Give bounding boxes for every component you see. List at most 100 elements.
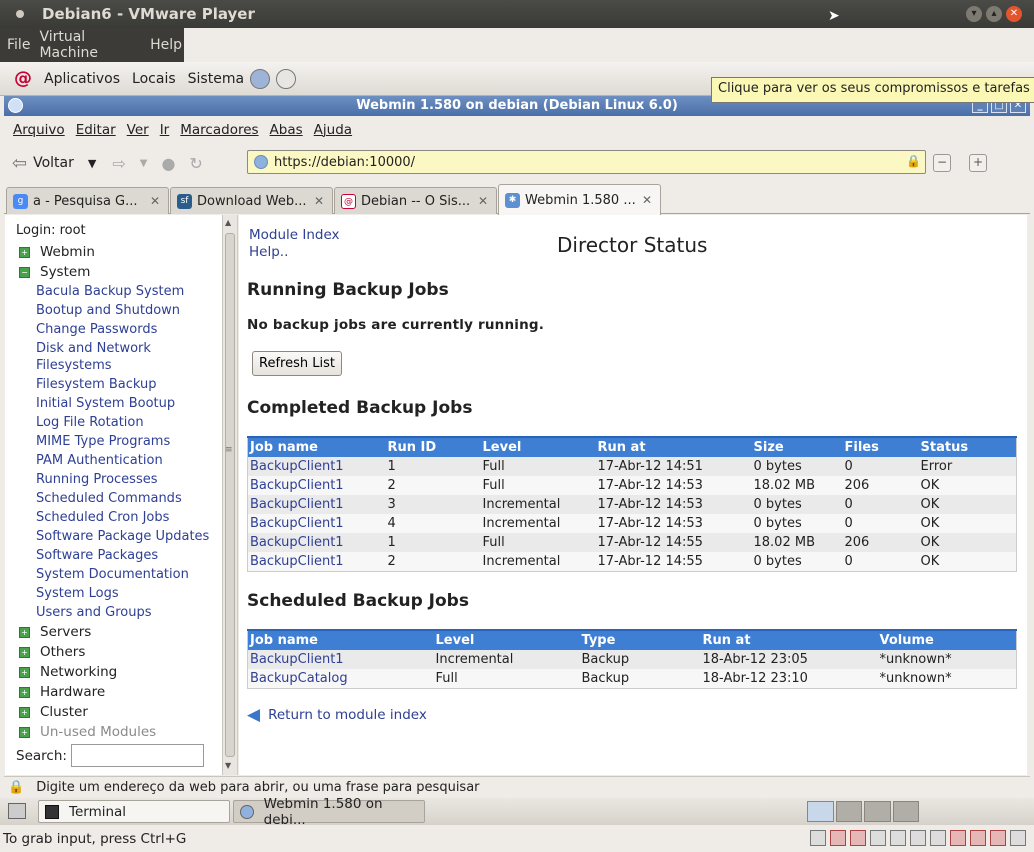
module-system-logs[interactable]: System Logs	[36, 586, 119, 601]
module-software-packages[interactable]: Software Packages	[36, 548, 158, 563]
category-others[interactable]: + Others	[19, 644, 85, 660]
menu-marcadores[interactable]: Marcadores	[180, 122, 258, 138]
job-name-link[interactable]: BackupClient1	[250, 478, 344, 493]
module-package-updates[interactable]: Software Package Updates	[36, 529, 209, 544]
module-scheduled-commands[interactable]: Scheduled Commands	[36, 491, 182, 506]
module-scheduled-cron[interactable]: Scheduled Cron Jobs	[36, 510, 169, 525]
module-running-processes[interactable]: Running Processes	[36, 472, 158, 487]
menu-ajuda[interactable]: Ajuda	[314, 122, 352, 138]
menu-ver[interactable]: Ver	[127, 122, 149, 138]
module-index-link[interactable]: Module Index	[249, 227, 340, 243]
module-system-docs[interactable]: System Documentation	[36, 567, 189, 582]
job-name-link[interactable]: BackupClient1	[250, 652, 344, 667]
job-name-link[interactable]: BackupClient1	[250, 516, 344, 531]
minimize-icon[interactable]: ▾	[966, 6, 982, 22]
module-bacula[interactable]: Bacula Backup System	[36, 284, 184, 299]
menu-ir[interactable]: Ir	[160, 122, 170, 138]
vm-menu-file[interactable]: File	[7, 37, 30, 53]
module-disk-network-filesystems[interactable]: Filesystems	[36, 358, 112, 373]
window-menu-icon[interactable]	[16, 10, 24, 18]
tab-webmin[interactable]: ✱ Webmin 1.580 ... ✕	[498, 184, 661, 215]
category-cluster[interactable]: + Cluster	[19, 704, 88, 720]
tab-close-icon[interactable]: ✕	[478, 194, 488, 208]
job-name-link[interactable]: BackupClient1	[250, 535, 344, 550]
scrollbar-thumb[interactable]	[225, 233, 235, 757]
panel-menu-locais[interactable]: Locais	[132, 71, 176, 87]
url-bar[interactable]: https://debian:10000/ 🔒	[247, 150, 926, 174]
tab-close-icon[interactable]: ✕	[314, 194, 324, 208]
category-unused-modules[interactable]: + Un-used Modules	[19, 724, 156, 740]
category-servers[interactable]: + Servers	[19, 624, 91, 640]
maximize-icon[interactable]: ▴	[986, 6, 1002, 22]
hard-disk-icon[interactable]	[810, 830, 826, 846]
taskbar-webmin-firefox[interactable]: Webmin 1.580 on debi...	[233, 796, 425, 828]
forward-history-dropdown-icon[interactable]: ▼	[140, 158, 148, 169]
cdrom-icon[interactable]	[830, 830, 846, 846]
module-filesystem-backup[interactable]: Filesystem Backup	[36, 377, 157, 392]
menu-arquivo[interactable]: Arquivo	[13, 122, 65, 138]
category-networking[interactable]: + Networking	[19, 664, 117, 680]
network-icon[interactable]	[870, 830, 886, 846]
back-history-dropdown-icon[interactable]: ▼	[88, 157, 96, 170]
padlock-icon[interactable]: 🔒	[906, 154, 921, 168]
refresh-list-button[interactable]: Refresh List	[252, 351, 342, 376]
menu-editar[interactable]: Editar	[76, 122, 116, 138]
web-browser-launcher-icon[interactable]	[250, 68, 271, 89]
floppy-icon[interactable]	[850, 830, 866, 846]
module-log-rotation[interactable]: Log File Rotation	[36, 415, 144, 430]
module-initial-bootup[interactable]: Initial System Bootup	[36, 396, 175, 411]
workspace-2[interactable]	[835, 801, 862, 822]
tab-google-search[interactable]: g a - Pesquisa G... ✕	[6, 187, 169, 214]
tab-debian[interactable]: @ Debian -- O Sis... ✕	[334, 187, 497, 214]
usb-device-icon[interactable]	[970, 830, 986, 846]
printer-icon[interactable]	[890, 830, 906, 846]
usb-device-icon[interactable]	[950, 830, 966, 846]
category-webmin[interactable]: + Webmin	[19, 244, 95, 260]
category-system[interactable]: − System	[19, 264, 90, 280]
back-button[interactable]: ⇦ Voltar ▼	[12, 153, 96, 174]
workspace-3[interactable]	[864, 801, 891, 822]
workspace-4[interactable]	[892, 801, 919, 822]
workspace-1[interactable]	[807, 801, 834, 822]
module-users-groups[interactable]: Users and Groups	[36, 605, 151, 620]
taskbar-terminal[interactable]: Terminal	[38, 800, 230, 823]
tab-close-icon[interactable]: ✕	[150, 194, 160, 208]
sound-icon[interactable]	[910, 830, 926, 846]
left-frame-scrollbar[interactable]: ▲ ≡ ▼	[222, 215, 237, 775]
job-name-link[interactable]: BackupClient1	[250, 459, 344, 474]
tab-download-webmin[interactable]: sf Download Web... ✕	[170, 187, 333, 214]
scroll-down-icon[interactable]: ▼	[225, 761, 231, 770]
vm-menu-help[interactable]: Help	[150, 37, 182, 53]
panel-menu-aplicativos[interactable]: Aplicativos	[44, 71, 120, 87]
panel-menu-sistema[interactable]: Sistema	[188, 71, 244, 87]
scroll-up-icon[interactable]: ▲	[225, 218, 231, 227]
email-launcher-icon[interactable]	[276, 68, 297, 89]
zoom-in-icon[interactable]: +	[969, 154, 987, 172]
return-to-module-index-link[interactable]: ◀ Return to module index	[247, 705, 427, 725]
firefox-window-icon[interactable]	[8, 98, 23, 113]
show-desktop-icon[interactable]	[8, 803, 26, 819]
close-icon[interactable]: ✕	[1006, 6, 1022, 22]
job-name-link[interactable]: BackupCatalog	[250, 671, 348, 686]
usb-device-icon[interactable]	[990, 830, 1006, 846]
module-bootup-shutdown[interactable]: Bootup and Shutdown	[36, 303, 180, 318]
url-text[interactable]: https://debian:10000/	[274, 155, 415, 170]
workspace-switcher[interactable]	[807, 801, 919, 822]
site-identity-icon[interactable]	[254, 155, 268, 169]
job-name-link[interactable]: BackupClient1	[250, 554, 344, 569]
usb-device-icon[interactable]	[930, 830, 946, 846]
module-disk-network[interactable]: Disk and Network	[36, 341, 151, 356]
module-change-passwords[interactable]: Change Passwords	[36, 322, 157, 337]
module-mime-types[interactable]: MIME Type Programs	[36, 434, 170, 449]
zoom-out-icon[interactable]: −	[933, 154, 951, 172]
help-link[interactable]: Help..	[249, 244, 288, 260]
menu-abas[interactable]: Abas	[270, 122, 303, 138]
vm-menu-virtual-machine[interactable]: Virtual Machine	[39, 29, 141, 61]
tab-close-icon[interactable]: ✕	[642, 193, 652, 207]
search-input[interactable]	[71, 744, 204, 767]
reload-icon[interactable]: ↻	[189, 154, 202, 173]
forward-arrow-icon[interactable]: ⇨	[112, 154, 125, 173]
module-pam[interactable]: PAM Authentication	[36, 453, 163, 468]
message-icon[interactable]	[1010, 830, 1026, 846]
stop-icon[interactable]: ●	[161, 154, 175, 173]
